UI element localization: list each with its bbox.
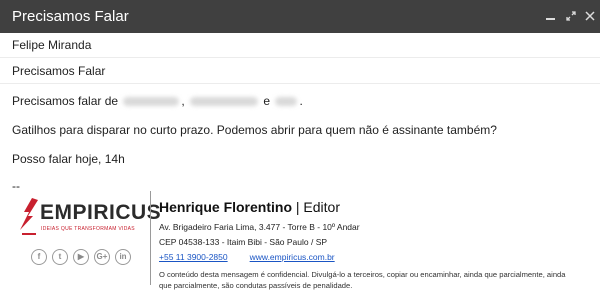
subject-field[interactable]: Precisamos Falar	[0, 58, 600, 84]
googleplus-icon[interactable]: G+	[94, 249, 110, 265]
window-title: Precisamos Falar	[12, 8, 129, 25]
logo-wordmark: EMPIRICUS	[40, 201, 162, 224]
signature-divider	[150, 191, 151, 285]
empiricus-logo: EMPIRICUS IDEIAS QUE TRANSFORMAM VIDAS	[18, 198, 161, 238]
signature-role: | Editor	[295, 199, 340, 215]
subject-text: Precisamos Falar	[12, 64, 106, 78]
signature-logo-block: EMPIRICUS IDEIAS QUE TRANSFORMAM VIDAS f…	[18, 193, 161, 283]
redacted-text	[190, 97, 259, 107]
address-line-1: Av. Brigadeiro Faria Lima, 3.477 - Torre…	[159, 222, 360, 232]
signature-separator: --	[12, 179, 20, 193]
line1-prefix: Precisamos falar de	[12, 94, 119, 108]
minimize-icon[interactable]	[543, 8, 559, 24]
body-line-1: Precisamos falar de , e .	[12, 94, 303, 108]
youtube-icon[interactable]: ▶	[73, 249, 89, 265]
email-message-window: Precisamos Falar Felipe Miranda Precisam…	[0, 0, 600, 295]
facebook-icon[interactable]: f	[31, 249, 47, 265]
body-line-2: Gatilhos para disparar no curto prazo. P…	[12, 123, 497, 137]
line1-comma: ,	[181, 94, 185, 108]
recipient-name: Felipe Miranda	[12, 38, 92, 52]
expand-icon[interactable]	[563, 8, 579, 24]
close-icon[interactable]	[582, 8, 598, 24]
address-line-2: CEP 04538-133 - Itaim Bibi - São Paulo /…	[159, 237, 328, 247]
empiricus-logo-mark	[20, 198, 38, 235]
logo-tagline: IDEIAS QUE TRANSFORMAM VIDAS	[41, 226, 135, 232]
body-line-3: Posso falar hoje, 14h	[12, 152, 125, 166]
redacted-text	[123, 97, 180, 107]
phone-link[interactable]: +55 11 3900-2850	[159, 252, 228, 262]
title-bar: Precisamos Falar	[0, 0, 600, 33]
line1-and: e	[263, 94, 271, 108]
twitter-icon[interactable]: t	[52, 249, 68, 265]
legal-disclaimer: O conteúdo desta mensagem é confidencial…	[159, 270, 566, 290]
signature-name-line: Henrique Florentino | Editor	[159, 199, 340, 215]
contact-links: +55 11 3900-2850 www.empiricus.com.br	[159, 252, 335, 262]
recipients-field[interactable]: Felipe Miranda	[0, 33, 600, 58]
line1-period: .	[299, 94, 303, 108]
signature-name: Henrique Florentino	[159, 199, 292, 215]
redacted-text	[275, 97, 298, 107]
linkedin-icon[interactable]: in	[115, 249, 131, 265]
website-link[interactable]: www.empiricus.com.br	[250, 252, 335, 262]
